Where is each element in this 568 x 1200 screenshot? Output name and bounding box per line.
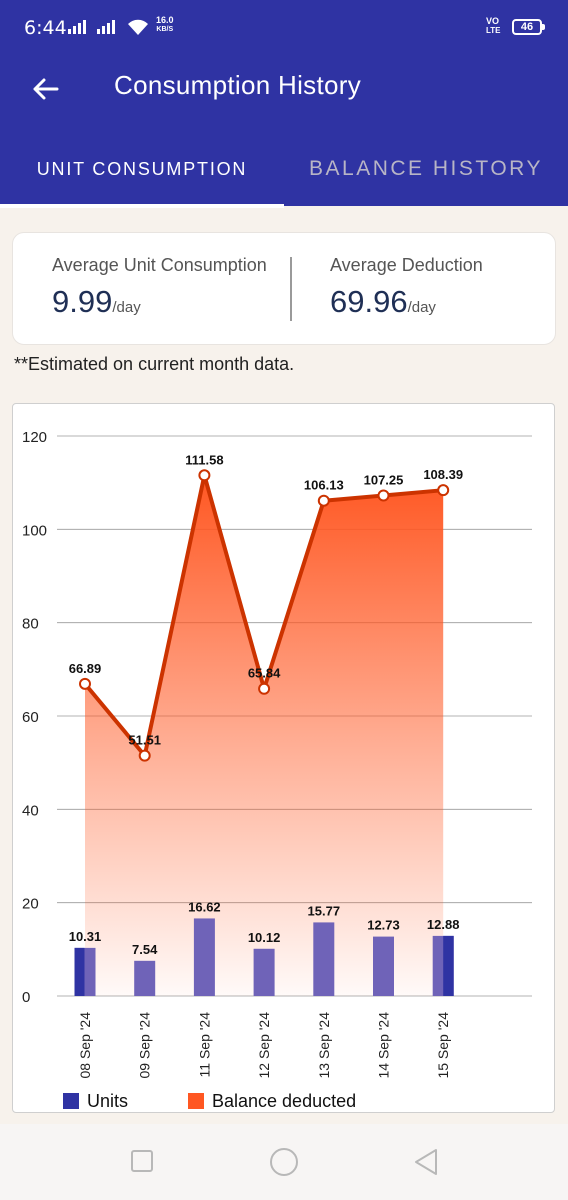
units-bar [373,936,394,996]
summary-card: Average Unit Consumption 9.99/day Averag… [12,232,556,345]
balance-point [79,677,91,690]
x-tick-label: 08 Sep '24 [77,1012,93,1079]
status-time: 6:44 [24,17,67,39]
signal-2-icon [97,18,115,34]
x-tick-label: 13 Sep '24 [316,1012,332,1079]
balance-point [258,682,271,695]
units-value-label: 7.54 [132,942,158,957]
units-bar [313,922,335,996]
balance-point [377,489,390,502]
tab-balance-history[interactable]: BALANCE HISTORY [284,132,568,206]
units-value-label: 16.62 [188,899,221,914]
balance-value-label: 106.13 [304,478,344,493]
balance-point [437,484,450,497]
system-nav-bar [0,1124,568,1200]
avg-deduction-block: Average Deduction 69.96/day [330,255,483,368]
avg-unit-suffix: /day [112,299,141,316]
y-tick-label: 20 [22,896,39,913]
wifi-icon [128,19,148,35]
avg-unit-label: Average Unit Consumption [52,255,267,275]
recents-button[interactable] [130,1146,154,1176]
units-bar [253,948,275,996]
balance-value-label: 111.58 [185,452,223,467]
back-button[interactable] [20,66,70,112]
summary-divider [290,257,292,321]
balance-value-label: 108.39 [423,467,463,482]
x-tick-label: 15 Sep '24 [435,1012,451,1079]
estimate-note: **Estimated on current month data. [14,354,295,374]
balance-point [317,494,330,507]
back-nav-button[interactable] [412,1146,440,1178]
y-tick-label: 60 [22,709,39,726]
chart-card: 0 20 40 60 80 100 120 10.31 7.54 16.62 10.12 15.77 1… [12,403,555,1113]
y-tick-label: 100 [22,522,47,539]
units-bar [193,918,215,996]
consumption-chart: 0 20 40 60 80 100 120 10.31 7.54 16.62 10.12 15.77 1… [22,429,532,1111]
x-tick-label: 12 Sep '24 [256,1012,272,1079]
tab-unit-consumption-label: UNIT CONSUMPTION [36,158,248,179]
balance-point [138,749,151,762]
units-value-label: 10.31 [69,929,102,944]
y-tick-label: 120 [22,429,47,446]
tab-indicator [0,204,284,208]
tab-unit-consumption[interactable]: UNIT CONSUMPTION [0,132,284,208]
page-title: Consumption History [114,70,362,100]
net-speed-value: 16.0 [156,15,174,25]
avg-deduction-value: 69.96 [330,284,408,319]
legend-balance-label: Balance deducted [212,1091,356,1111]
units-bar-accent [443,935,454,996]
legend-units-swatch [63,1093,79,1109]
units-bar-accent [74,947,85,996]
tab-bar: UNIT CONSUMPTION BALANCE HISTORY [0,132,568,208]
x-tick-label: 11 Sep '24 [196,1012,212,1078]
balance-point [198,469,211,482]
units-value-label: 12.88 [427,917,460,932]
balance-value-label: 66.89 [69,661,102,676]
x-tick-label: 09 Sep '24 [137,1012,153,1079]
balance-value-label: 107.25 [364,473,404,488]
legend-balance-swatch [188,1093,204,1109]
avg-deduction-value-row: 69.96/day [330,284,483,320]
home-button[interactable] [268,1146,300,1178]
y-tick-label: 40 [22,802,39,819]
signal-1-icon [68,18,86,34]
battery-level: 46 [520,21,534,33]
volte-icon: VO LTE [486,16,501,36]
balance-value-label: 51.51 [128,733,161,748]
avg-unit-block: Average Unit Consumption 9.99/day [52,255,267,368]
y-tick-label: 0 [22,989,30,1006]
arrow-left-icon [33,78,59,100]
app-bar: Consumption History [0,56,568,132]
x-tick-label: 14 Sep '24 [376,1012,392,1079]
avg-deduction-label: Average Deduction [330,255,483,275]
tab-balance-history-label: BALANCE HISTORY [309,157,543,180]
avg-unit-value-row: 9.99/day [52,284,267,320]
volte-bottom: LTE [486,26,501,35]
net-speed-unit: KB/S [156,26,174,33]
avg-deduction-suffix: /day [407,299,436,316]
units-value-label: 12.73 [367,918,400,933]
net-speed: 16.0 KB/S [156,16,174,34]
y-tick-label: 80 [22,616,39,633]
legend-units-label: Units [87,1091,128,1111]
avg-unit-value: 9.99 [52,284,113,319]
units-value-label: 15.77 [308,903,341,918]
volte-top: VO [486,16,500,26]
balance-value-label: 65.84 [248,666,281,681]
units-value-label: 10.12 [248,930,281,945]
status-bar: 6:44 16.0 KB/S VO LTE 46 [0,0,568,56]
battery-icon: 46 [512,19,545,35]
units-bar [134,960,156,996]
